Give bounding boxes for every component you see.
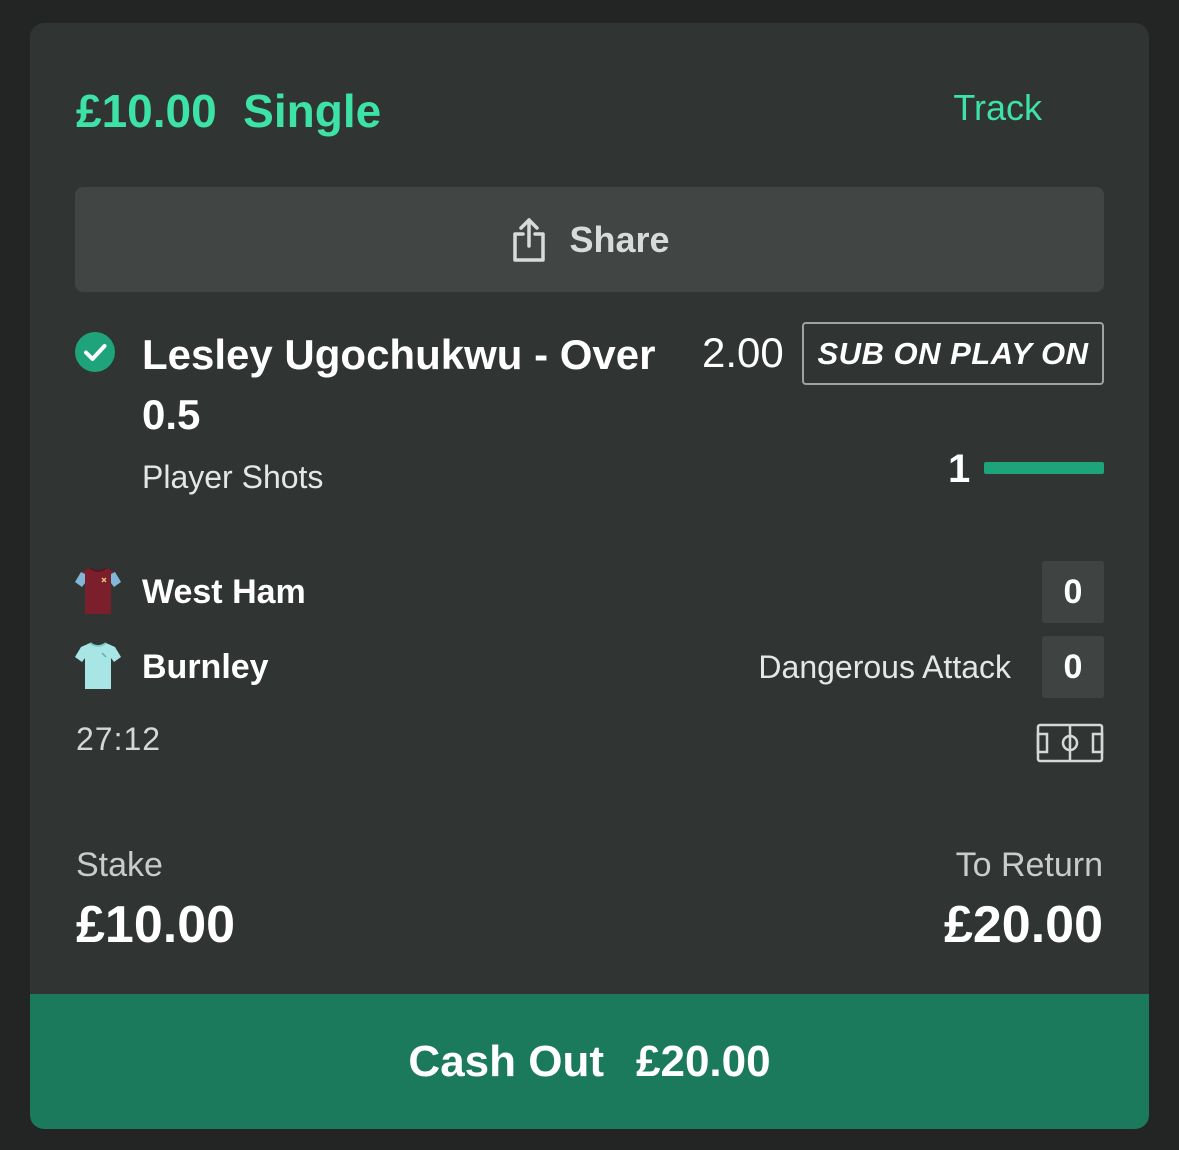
share-button[interactable]: Share	[75, 187, 1104, 292]
bet-amount: £10.00	[76, 85, 217, 137]
west-ham-kit-icon	[75, 566, 121, 616]
cash-out-button[interactable]: Cash Out £20.00	[30, 994, 1149, 1129]
team-row-away: Burnley Dangerous Attack 0	[75, 636, 1104, 698]
away-team-name: Burnley	[142, 648, 269, 686]
stake-value: £10.00	[76, 896, 236, 954]
home-score: 0	[1042, 561, 1104, 623]
team-row-home: West Ham 0	[75, 561, 1104, 623]
promo-badge: SUB ON PLAY ON	[802, 322, 1104, 385]
track-link[interactable]: Track	[953, 87, 1042, 129]
progress-fill	[984, 462, 1104, 474]
pitch-icon[interactable]	[1036, 723, 1104, 763]
progress-count: 1	[948, 447, 971, 491]
away-score: 0	[1042, 636, 1104, 698]
home-team-name: West Ham	[142, 573, 306, 611]
share-icon	[509, 216, 549, 264]
share-label: Share	[569, 218, 670, 260]
selection-name: Lesley Ugochukwu - Over 0.5	[142, 331, 656, 438]
bet-card: £10.00 Single Track Share Lesley Ugochuk…	[30, 23, 1149, 1129]
bet-type: Single	[243, 85, 382, 137]
odds-value: 2.00	[702, 329, 784, 376]
bet-header: £10.00 Single Track	[76, 83, 1104, 139]
market-name: Player Shots	[142, 459, 324, 495]
return-label: To Return	[955, 846, 1103, 884]
burnley-kit-icon	[75, 641, 121, 691]
check-circle-icon	[75, 332, 115, 372]
stake-label: Stake	[76, 846, 163, 884]
return-value: £20.00	[943, 896, 1103, 954]
cash-out-amount: £20.00	[636, 1036, 771, 1086]
match-clock: 27:12	[76, 721, 162, 757]
progress-bar	[984, 462, 1104, 474]
match-status: Dangerous Attack	[758, 649, 1011, 685]
cash-out-label: Cash Out	[408, 1036, 604, 1086]
